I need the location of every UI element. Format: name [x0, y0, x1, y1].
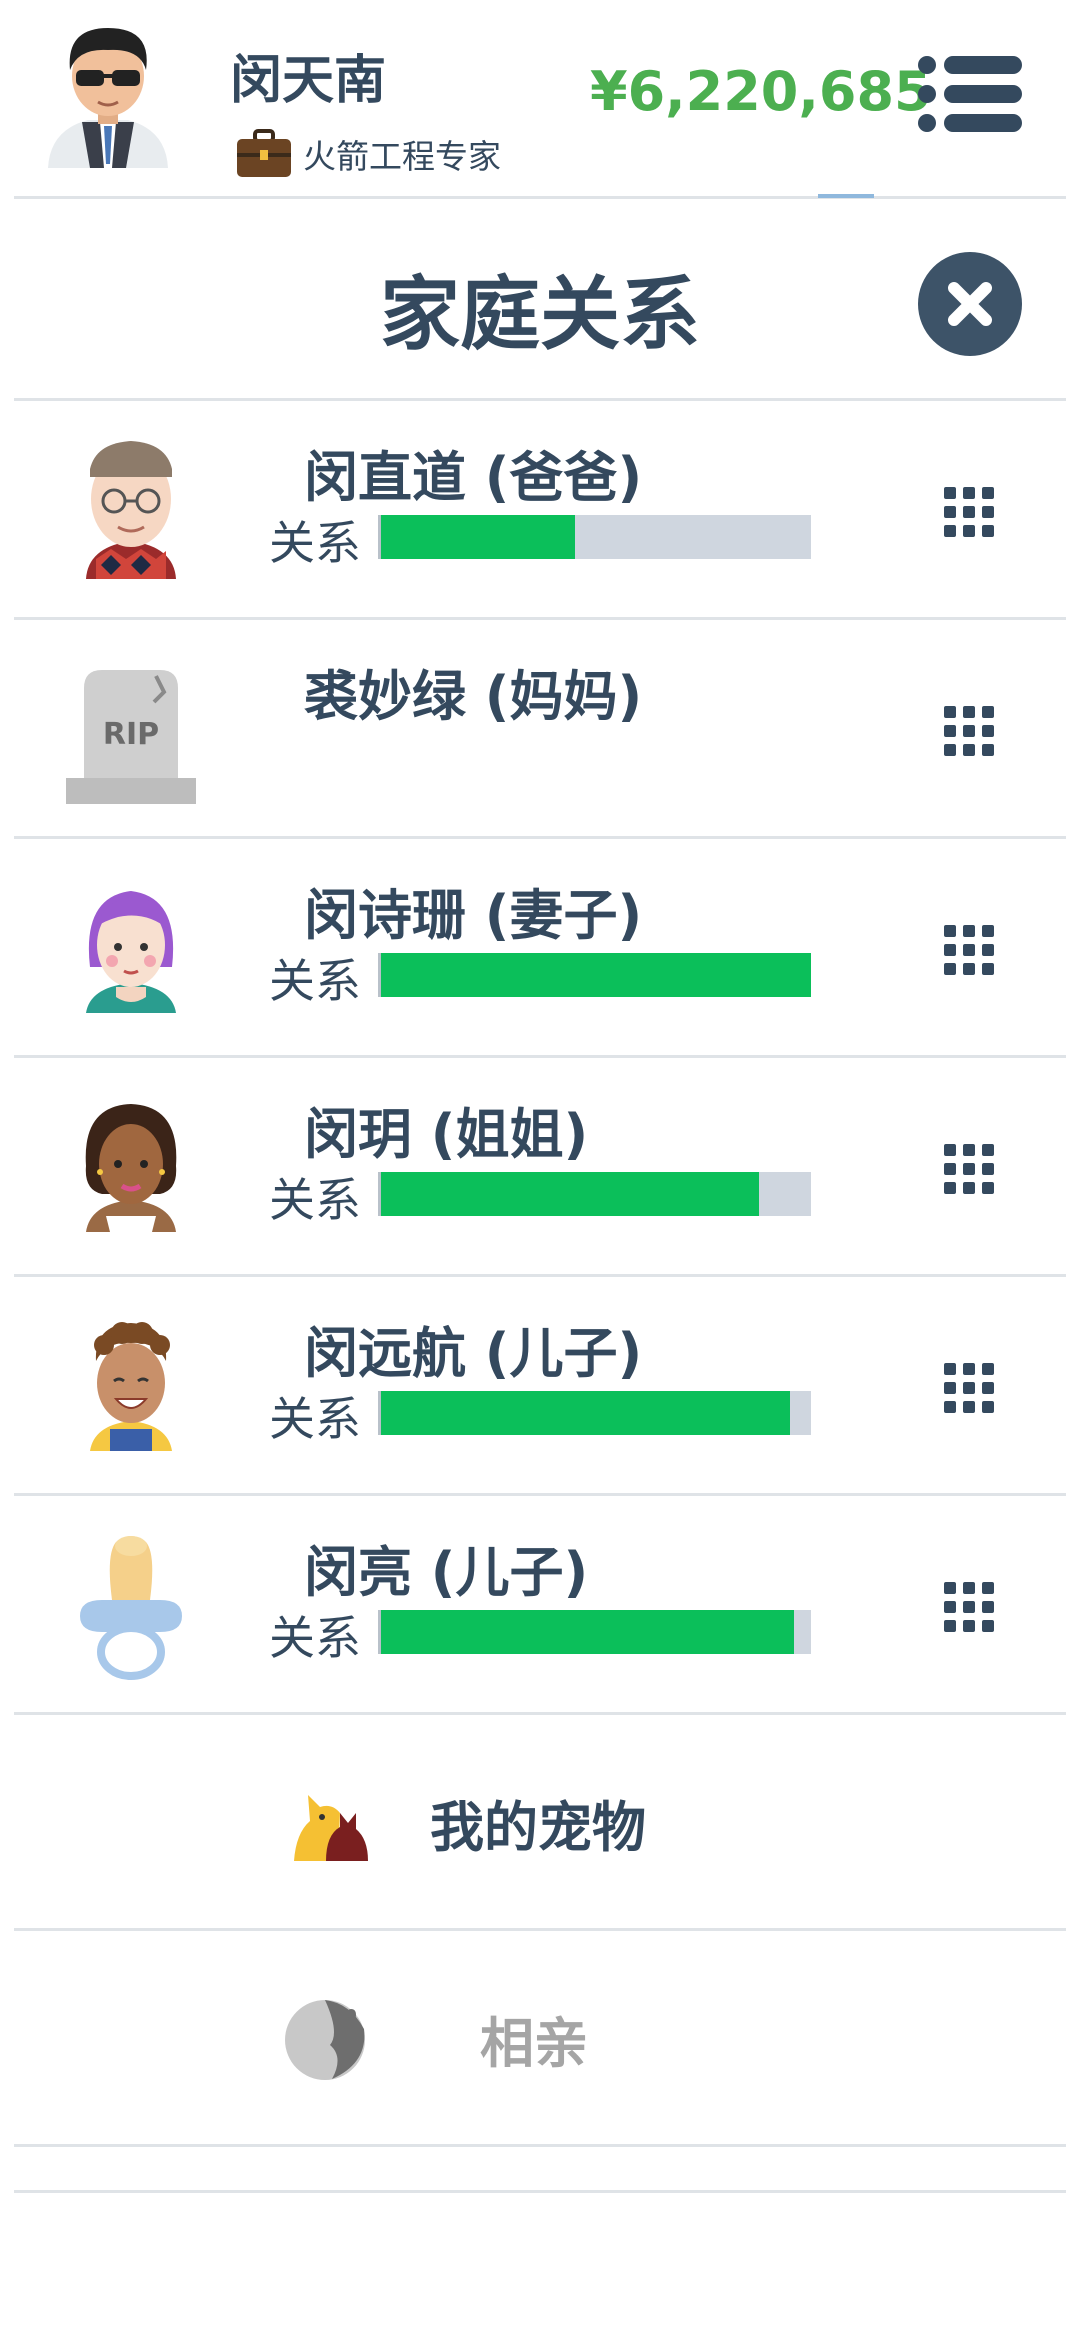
relationship-bar [378, 1172, 811, 1216]
tombstone-text: RIP [103, 717, 159, 752]
relationship-bar [378, 1391, 811, 1435]
grid-menu-icon[interactable] [942, 704, 996, 758]
tombstone-icon: RIP [66, 670, 196, 804]
relationship-label: 关系 [269, 954, 361, 1008]
father-portrait-icon [86, 441, 176, 579]
family-member-name: 闵诗珊 (妻子) [304, 884, 643, 947]
top-header: 闵天南 火箭工程专家 ¥6,220,685 [0, 0, 1080, 196]
wife-portrait-icon [86, 891, 176, 1013]
grid-menu-icon[interactable] [942, 1580, 996, 1634]
son-portrait-icon [90, 1322, 172, 1451]
family-member-name: 裘妙绿 (妈妈) [304, 665, 643, 728]
relationship-bar-fill [381, 515, 575, 559]
family-row-son-1[interactable]: 闵远航 (儿子) 关系 [14, 1277, 1066, 1496]
relationship-label: 关系 [269, 1173, 361, 1227]
relationship-label: 关系 [269, 516, 361, 570]
money-balance: ¥6,220,685 [590, 60, 932, 123]
my-pets-label: 我的宠物 [430, 1796, 646, 1859]
job-title: 火箭工程专家 [303, 137, 501, 176]
my-pets-button[interactable]: 我的宠物 [14, 1715, 1066, 1931]
family-row-son-2[interactable]: 闵亮 (儿子) 关系 [14, 1496, 1066, 1715]
close-icon [948, 282, 992, 326]
grid-menu-icon[interactable] [942, 485, 996, 539]
job-info[interactable]: 火箭工程专家 [235, 128, 501, 180]
briefcase-icon [237, 129, 291, 177]
relationship-bar-fill [381, 1172, 760, 1216]
grid-menu-icon[interactable] [942, 1142, 996, 1196]
relationship-bar-fill [381, 1391, 790, 1435]
close-button[interactable] [918, 252, 1022, 356]
family-member-name: 闵远航 (儿子) [304, 1322, 643, 1385]
header-accent-mark [818, 194, 874, 198]
relationship-bar [378, 1610, 811, 1654]
grid-menu-icon[interactable] [942, 1361, 996, 1415]
sister-portrait-icon [85, 1104, 177, 1232]
relationship-bar-fill [381, 953, 811, 997]
dating-label: 相亲 [480, 2012, 588, 2075]
family-member-name: 闵直道 (爸爸) [304, 446, 643, 509]
player-avatar[interactable] [42, 18, 174, 176]
empty-row [14, 2126, 1066, 2193]
family-row-sister[interactable]: 闵玥 (姐姐) 关系 [14, 1058, 1066, 1277]
header-divider [14, 196, 1066, 199]
relationship-bar [378, 953, 811, 997]
dating-button[interactable]: 相亲 [14, 1931, 1066, 2147]
pacifier-icon [80, 1536, 182, 1680]
family-row-mother[interactable]: RIP 裘妙绿 (妈妈) [14, 620, 1066, 839]
family-row-wife[interactable]: 闵诗珊 (妻子) 关系 [14, 839, 1066, 1058]
relationship-bar [378, 515, 811, 559]
relationship-label: 关系 [269, 1392, 361, 1446]
relationship-label: 关系 [269, 1611, 361, 1665]
family-row-father[interactable]: 闵直道 (爸爸) 关系 [14, 401, 1066, 620]
grid-menu-icon[interactable] [942, 923, 996, 977]
pet-icon [294, 1795, 368, 1861]
relationship-bar-fill [381, 1610, 794, 1654]
family-member-name: 闵亮 (儿子) [304, 1541, 589, 1604]
dating-icon [285, 2000, 365, 2080]
menu-list-icon[interactable] [918, 56, 1022, 132]
player-name: 闵天南 [230, 51, 387, 111]
family-member-name: 闵玥 (姐姐) [304, 1103, 589, 1166]
